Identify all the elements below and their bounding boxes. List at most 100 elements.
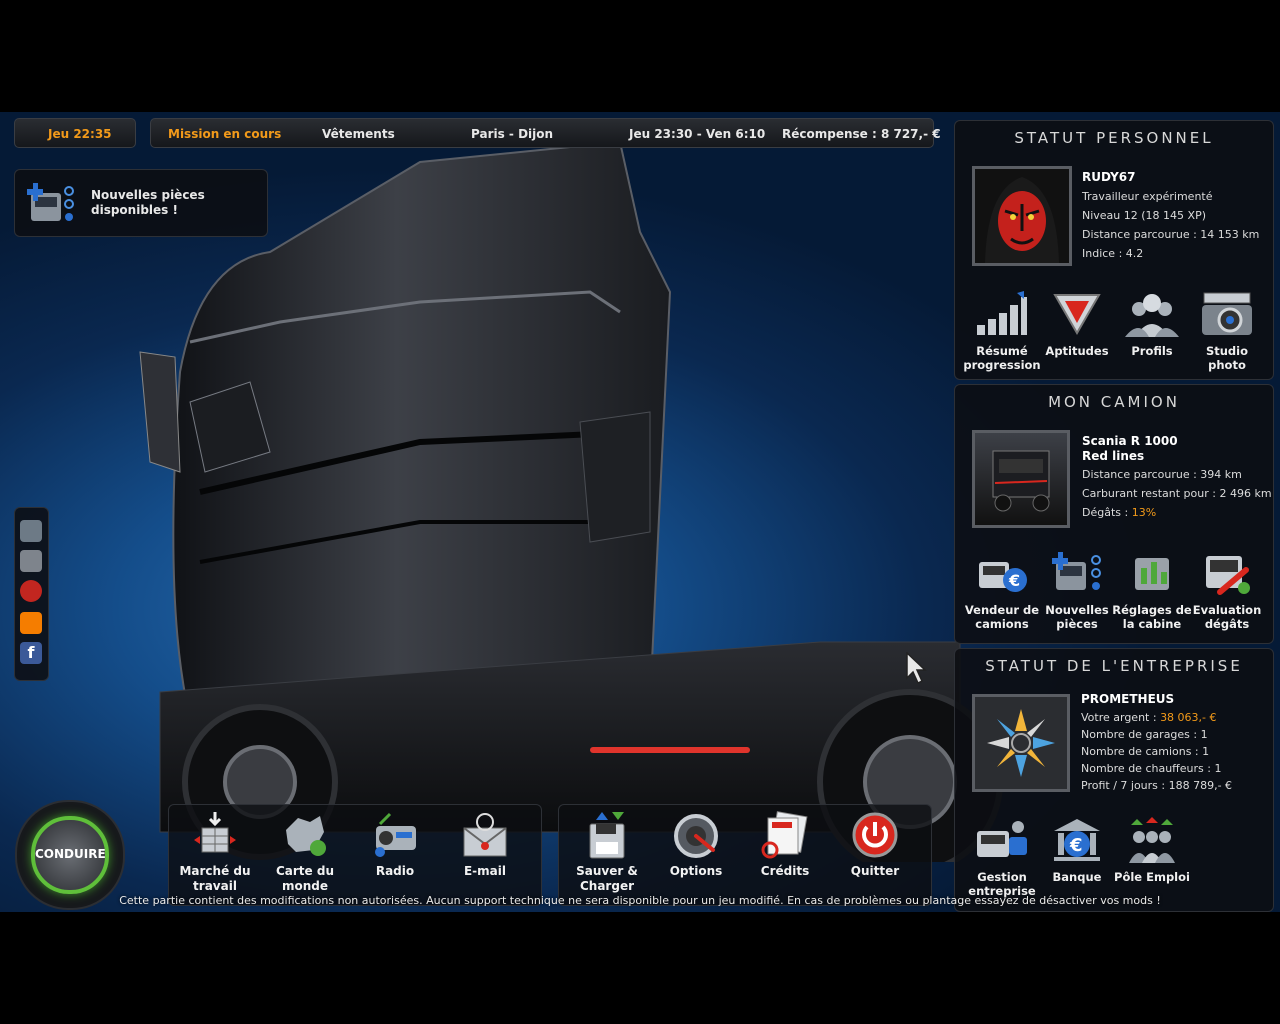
photo-studio-label: Studio photo bbox=[1205, 344, 1249, 372]
blogger-icon[interactable] bbox=[20, 612, 42, 634]
company-logo[interactable] bbox=[972, 694, 1070, 792]
job-center-icon bbox=[1129, 817, 1175, 863]
company-trucks: Nombre de camions : 1 bbox=[1081, 745, 1210, 758]
bank-euro-icon: € bbox=[1054, 819, 1100, 861]
email-icon bbox=[463, 813, 507, 857]
personal-status-title: STATUT PERSONNEL bbox=[1014, 129, 1214, 147]
company-profit: Profit / 7 jours : 188 789,- € bbox=[1081, 779, 1233, 792]
mission-window: Jeu 23:30 - Ven 6:10 bbox=[629, 127, 766, 141]
company-management-button[interactable]: Gestion entreprise bbox=[959, 817, 1045, 898]
options-button[interactable]: Options bbox=[651, 810, 741, 879]
quit-button[interactable]: Quitter bbox=[830, 810, 920, 879]
progress-summary-button[interactable]: Résumé progression bbox=[959, 291, 1045, 372]
radio-label: Radio bbox=[375, 864, 415, 878]
world-map-button[interactable]: Carte du monde bbox=[260, 810, 350, 894]
progress-summary-label: Résumé progression bbox=[963, 344, 1041, 372]
player-distance: Distance parcourue : 14 153 km bbox=[1082, 228, 1260, 241]
company-money: Votre argent : 38 063,- € bbox=[1081, 711, 1217, 724]
job-market-icon bbox=[194, 812, 236, 853]
truck-damage-label: Dégâts : bbox=[1082, 506, 1132, 519]
progress-bars-icon bbox=[977, 291, 1027, 335]
job-market-label: Marché du travail bbox=[179, 864, 251, 893]
power-icon bbox=[852, 812, 898, 858]
company-status-panel: STATUT DE L'ENTREPRISE PROMETHEUS Votre … bbox=[954, 648, 1274, 912]
truck-name: Red lines bbox=[1082, 449, 1145, 463]
truck-thumbnail[interactable] bbox=[972, 430, 1070, 528]
new-parts-notification[interactable]: Nouvelles pièces disponibles ! bbox=[14, 169, 268, 237]
mission-route: Paris - Dijon bbox=[471, 127, 554, 141]
personal-status-panel: STATUT PERSONNEL RUDY67 Travailleur expé… bbox=[954, 120, 1274, 380]
company-management-icon bbox=[977, 821, 1027, 857]
my-truck-panel: MON CAMION Scania R 1000 Red lines Dista… bbox=[954, 384, 1274, 644]
radio-icon bbox=[375, 812, 416, 857]
profiles-label: Profils bbox=[1131, 344, 1173, 358]
credits-icon bbox=[761, 811, 808, 859]
truck-damage-value: 13% bbox=[1131, 506, 1157, 519]
avatar[interactable] bbox=[972, 166, 1072, 266]
save-load-label: Sauver & Charger bbox=[576, 864, 638, 893]
world-map-icon bbox=[286, 816, 326, 856]
truck-dealer-button[interactable]: € Vendeur de camions bbox=[959, 548, 1045, 631]
target-icon[interactable] bbox=[20, 580, 42, 602]
truck-fuel: Carburant restant pour : 2 496 km bbox=[1082, 487, 1272, 500]
email-label: E-mail bbox=[463, 864, 506, 878]
skills-emblem-icon bbox=[1053, 294, 1101, 335]
truck-damage: Dégâts : 13% bbox=[1082, 506, 1156, 519]
clock-panel: Jeu 22:35 bbox=[14, 118, 136, 148]
new-parts-icon bbox=[1052, 552, 1101, 590]
options-label: Options bbox=[669, 864, 723, 878]
email-button[interactable]: E-mail bbox=[440, 810, 530, 879]
truck-side-2-icon[interactable] bbox=[20, 550, 42, 572]
new-parts-label: Nouvelles pièces bbox=[1045, 603, 1109, 631]
new-parts-button[interactable]: Nouvelles pièces bbox=[1037, 548, 1117, 631]
damage-wrench-icon bbox=[1206, 556, 1250, 595]
save-load-icon bbox=[589, 812, 625, 859]
credits-button[interactable]: Crédits bbox=[740, 810, 830, 879]
truck-render bbox=[139, 142, 1003, 862]
cabin-settings-label: Réglages de la cabine bbox=[1112, 603, 1192, 631]
avatar-face-icon bbox=[985, 177, 1059, 263]
bank-button[interactable]: € Banque bbox=[1037, 817, 1117, 884]
truck-thumb-icon bbox=[992, 450, 1050, 512]
mission-reward: Récompense : 8 727,- € bbox=[782, 127, 941, 141]
company-money-label: Votre argent : bbox=[1081, 711, 1161, 724]
radio-button[interactable]: Radio bbox=[350, 810, 440, 879]
company-money-value: 38 063,- € bbox=[1160, 711, 1217, 724]
company-drivers: Nombre de chauffeurs : 1 bbox=[1081, 762, 1222, 775]
truck-model: Scania R 1000 bbox=[1082, 434, 1178, 448]
job-market-button[interactable]: Marché du travail bbox=[170, 810, 260, 894]
job-center-label: Pôle Emploi bbox=[1114, 870, 1190, 884]
camera-icon bbox=[1202, 292, 1252, 335]
save-load-button[interactable]: Sauver & Charger bbox=[562, 810, 652, 894]
company-name: PROMETHEUS bbox=[1081, 692, 1175, 706]
facebook-icon[interactable]: f bbox=[20, 642, 42, 664]
world-map-label: Carte du monde bbox=[275, 864, 334, 893]
game-scene: Jeu 22:35 Mission en cours Vêtements Par… bbox=[0, 112, 1280, 912]
svg-text:€: € bbox=[1008, 571, 1020, 590]
game-time: Jeu 22:35 bbox=[48, 127, 112, 141]
new-parts-icon bbox=[27, 183, 74, 221]
truck-side-icon[interactable] bbox=[20, 520, 42, 542]
profiles-button[interactable]: Profils bbox=[1113, 291, 1191, 358]
player-name: RUDY67 bbox=[1082, 170, 1136, 184]
company-emblem-icon bbox=[987, 709, 1055, 777]
photo-studio-button[interactable]: Studio photo bbox=[1187, 291, 1267, 372]
skills-label: Aptitudes bbox=[1045, 344, 1109, 358]
options-gauge-icon bbox=[674, 814, 718, 858]
mission-bar[interactable]: Mission en cours Vêtements Paris - Dijon… bbox=[150, 118, 941, 148]
player-index: Indice : 4.2 bbox=[1082, 247, 1144, 260]
side-icon-bar: f bbox=[14, 507, 49, 681]
mission-cargo: Vêtements bbox=[322, 127, 395, 141]
company-status-title: STATUT DE L'ENTREPRISE bbox=[985, 657, 1243, 675]
job-center-button[interactable]: Pôle Emploi bbox=[1111, 817, 1193, 884]
profiles-people-icon bbox=[1125, 294, 1179, 337]
truck-dealer-label: Vendeur de camions bbox=[964, 603, 1040, 631]
damage-evaluation-label: Evaluation dégâts bbox=[1192, 603, 1262, 631]
skills-button[interactable]: Aptitudes bbox=[1035, 291, 1119, 358]
cabin-settings-button[interactable]: Réglages de la cabine bbox=[1111, 548, 1193, 631]
drive-button[interactable]: CONDUIRE bbox=[31, 816, 109, 894]
credits-label: Crédits bbox=[760, 864, 810, 878]
truck-dealer-icon: € bbox=[979, 562, 1027, 592]
svg-text:€: € bbox=[1069, 835, 1083, 856]
damage-evaluation-button[interactable]: Evaluation dégâts bbox=[1187, 548, 1267, 631]
